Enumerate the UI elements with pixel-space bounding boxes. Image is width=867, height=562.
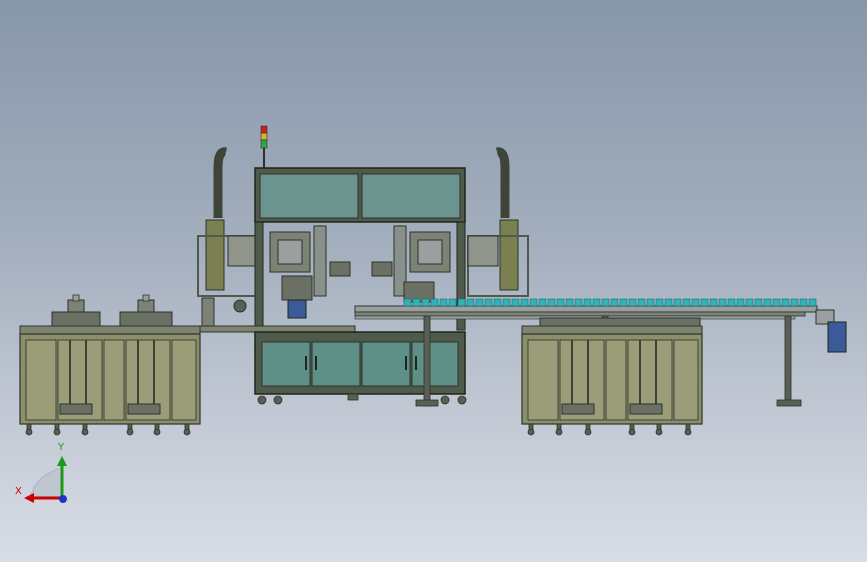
bottle: [403, 298, 412, 307]
bottle: [610, 298, 619, 307]
bottle: [412, 298, 421, 307]
coordinate-triad-icon: [24, 456, 67, 503]
bottle: [727, 298, 736, 307]
bottle: [457, 298, 466, 307]
bottle: [493, 298, 502, 307]
central-machine: [197, 125, 529, 405]
bottle: [799, 298, 808, 307]
bottle: [502, 298, 511, 307]
bottle: [421, 298, 430, 307]
bottle: [718, 298, 727, 307]
bottle: [529, 298, 538, 307]
bottle: [556, 298, 565, 307]
right-cabinet: [521, 317, 703, 436]
bottle: [691, 298, 700, 307]
bottle: [475, 298, 484, 307]
bottle: [709, 298, 718, 307]
bottle: [628, 298, 637, 307]
bottle: [700, 298, 709, 307]
stack-light-icon: [260, 125, 268, 168]
bottle: [646, 298, 655, 307]
bottle: [808, 298, 817, 307]
bottle: [511, 298, 520, 307]
bottle: [664, 298, 673, 307]
bottle: [601, 298, 610, 307]
bottle: [637, 298, 646, 307]
bottle: [583, 298, 592, 307]
bottle: [736, 298, 745, 307]
bottle: [790, 298, 799, 307]
bottle: [430, 298, 439, 307]
y-axis-label: Y: [58, 442, 65, 453]
bottle: [565, 298, 574, 307]
bottle: [466, 298, 475, 307]
bottle: [655, 298, 664, 307]
bottle: [619, 298, 628, 307]
bottle: [448, 298, 457, 307]
bottle: [763, 298, 772, 307]
x-axis-label: X: [15, 486, 22, 497]
bottle: [484, 298, 493, 307]
bottle: [439, 298, 448, 307]
motor-icon: [815, 309, 847, 353]
bottle: [520, 298, 529, 307]
bottle: [781, 298, 790, 307]
bottle: [592, 298, 601, 307]
assembly-drawing[interactable]: [0, 0, 867, 562]
bottle: [772, 298, 781, 307]
bottle: [547, 298, 556, 307]
bottle: [682, 298, 691, 307]
left-cabinet: [19, 294, 201, 436]
bottle: [745, 298, 754, 307]
bottle: [574, 298, 583, 307]
bottle: [538, 298, 547, 307]
cad-viewport[interactable]: Y X: [0, 0, 867, 562]
bottle: [673, 298, 682, 307]
bottle: [754, 298, 763, 307]
